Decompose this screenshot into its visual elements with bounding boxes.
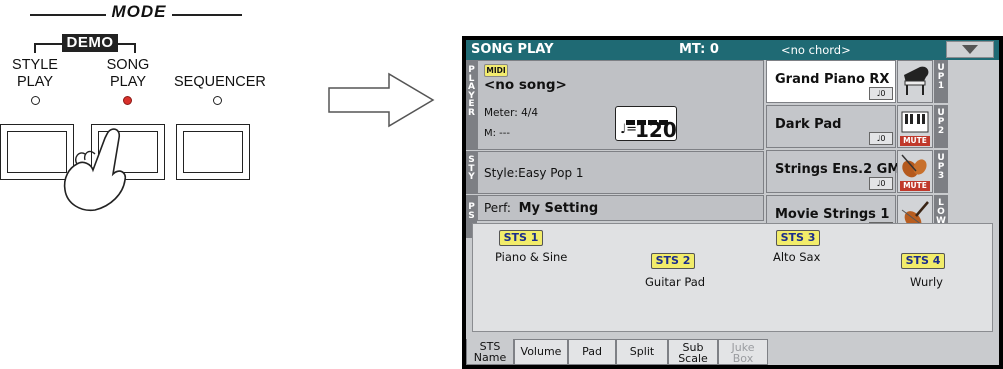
tab-volume[interactable]: Volume: [514, 339, 568, 365]
mute-badge: MUTE: [900, 136, 930, 146]
player-side-tab[interactable]: PLAYER: [466, 60, 477, 150]
master-transpose: MT: 0: [679, 42, 719, 57]
tab-juke-box[interactable]: Juke Box: [718, 339, 768, 365]
mute-badge: MUTE: [900, 181, 930, 191]
sound-name: Movie Strings 1: [775, 207, 890, 222]
sound-slot-upper2[interactable]: Dark Pad ♩0: [766, 105, 896, 148]
sts-area: STS 1 Piano & Sine STS 2 Guitar Pad STS …: [472, 223, 993, 332]
sequencer-label: SEQUENCER: [174, 74, 266, 90]
style-panel[interactable]: Style:Easy Pop 1: [477, 151, 764, 194]
sts-4-name: Wurly: [910, 275, 943, 289]
right-arrow-icon: [328, 72, 435, 128]
title-bar: SONG PLAY MT: 0 <no chord>: [466, 40, 999, 60]
demo-bracket-right: [118, 43, 136, 53]
sound-name: Grand Piano RX: [775, 72, 890, 87]
player-panel[interactable]: MIDI <no song> Meter: 4/4 M: --- ♩= 120: [477, 60, 764, 150]
octave-indicator: ♩0: [869, 132, 893, 145]
sound-name: Dark Pad: [775, 117, 842, 132]
mode-divider-right: [172, 14, 242, 16]
sts-4-button[interactable]: STS 4: [901, 253, 945, 269]
song-play-label: SONG PLAY: [106, 57, 150, 90]
mode-title: MODE: [111, 2, 167, 21]
tag-upper2: UP2: [934, 105, 948, 148]
keyboard-icon: [901, 111, 929, 133]
sound-icon-box-upper2[interactable]: MUTE: [897, 105, 933, 148]
tab-split[interactable]: Split: [616, 339, 668, 365]
midi-badge: MIDI: [484, 64, 508, 77]
style-side-tab[interactable]: STY: [466, 151, 477, 194]
sts-1-button[interactable]: STS 1: [499, 230, 543, 246]
chord-display: <no chord>: [781, 43, 851, 57]
demo-bracket-left: [34, 43, 64, 53]
tag-upper1: UP1: [934, 60, 948, 103]
sound-icon-box-upper1[interactable]: [897, 60, 933, 103]
tab-sts-name[interactable]: STS Name: [466, 339, 514, 365]
song-play-screen: SONG PLAY MT: 0 <no chord> PLAYER MIDI <…: [466, 40, 999, 365]
sequencer-button[interactable]: [176, 124, 250, 180]
song-play-led: [123, 96, 132, 105]
page-title: SONG PLAY: [471, 42, 554, 57]
performance-panel[interactable]: Perf: My Setting: [477, 195, 764, 221]
sts-2-button[interactable]: STS 2: [651, 253, 695, 269]
demo-label: DEMO: [62, 34, 118, 52]
tab-sub-scale[interactable]: Sub Scale: [668, 339, 718, 365]
sequencer-led: [213, 96, 222, 105]
sts-2-name: Guitar Pad: [645, 275, 706, 289]
sts-1-name: Piano & Sine: [495, 250, 568, 264]
sound-slot-upper3[interactable]: Strings Ens.2 GM ♩0: [766, 150, 900, 193]
song-name: <no song>: [484, 77, 567, 93]
sound-slot-upper1[interactable]: Grand Piano RX ♩0: [766, 60, 896, 103]
sound-icon-box-upper3[interactable]: MUTE: [897, 150, 933, 193]
tab-pad[interactable]: Pad: [568, 339, 616, 365]
meter-text: Meter: 4/4: [484, 107, 539, 119]
chevron-down-icon: [962, 45, 978, 54]
tempo-box[interactable]: ♩= 120: [615, 106, 677, 142]
measure-text: M: ---: [484, 128, 511, 139]
grand-piano-icon: [904, 66, 929, 95]
string-ensemble-icon: [901, 154, 927, 178]
style-play-led: [31, 96, 40, 105]
style-play-label: STYLE PLAY: [12, 57, 58, 90]
style-name: Style:Easy Pop 1: [484, 166, 584, 180]
mode-divider-left: [30, 14, 106, 16]
octave-indicator: ♩0: [869, 177, 893, 190]
sts-3-name: Alto Sax: [773, 250, 821, 264]
tag-upper3: UP3: [934, 150, 948, 193]
tempo-value: 120: [635, 118, 677, 142]
sts-3-button[interactable]: STS 3: [776, 230, 820, 246]
octave-indicator: ♩0: [869, 87, 893, 100]
sound-name: Strings Ens.2 GM: [775, 162, 901, 177]
display-frame: SONG PLAY MT: 0 <no chord> PLAYER MIDI <…: [462, 36, 1003, 369]
pointing-hand-icon: [63, 128, 127, 212]
perf-label: Perf: My Setting: [484, 201, 599, 216]
page-menu-button[interactable]: [946, 41, 994, 58]
